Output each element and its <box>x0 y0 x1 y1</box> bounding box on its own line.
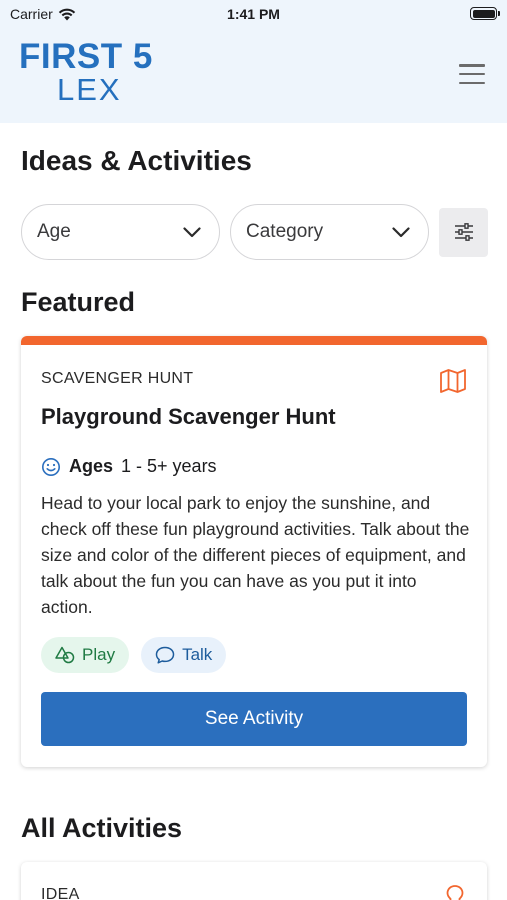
activity-category: IDEA <box>41 886 80 900</box>
chevron-down-icon <box>392 226 410 237</box>
tag-play[interactable]: Play <box>41 637 130 673</box>
chevron-down-icon <box>183 226 201 237</box>
activity-category: SCAVENGER HUNT <box>41 370 194 387</box>
tag-play-label: Play <box>82 645 116 664</box>
activity-card[interactable]: IDEA <box>21 862 487 900</box>
ages-label: Ages <box>69 456 114 476</box>
featured-heading: Featured <box>21 287 136 317</box>
activity-title: Playground Scavenger Hunt <box>41 404 336 429</box>
battery-icon <box>470 7 500 20</box>
filter-bar: Age Category <box>21 204 488 260</box>
see-activity-button[interactable]: See Activity <box>41 692 467 746</box>
page-title: Ideas & Activities <box>21 145 252 176</box>
clock: 1:41 PM <box>227 6 280 22</box>
logo-line2: LEX <box>57 72 122 107</box>
map-icon <box>439 368 467 399</box>
age-select-value: Age <box>37 221 71 242</box>
category-select[interactable]: Category <box>230 204 429 260</box>
filter-options-button[interactable] <box>439 207 488 257</box>
activity-tags: Play Talk <box>41 637 227 673</box>
smiley-icon <box>42 457 60 476</box>
activity-description: Head to your local park to enjoy the sun… <box>41 493 470 617</box>
chat-icon <box>155 646 175 664</box>
status-bar: Carrier 1:41 PM <box>0 0 507 28</box>
tag-talk[interactable]: Talk <box>141 637 227 673</box>
featured-accent-bar <box>21 336 487 345</box>
featured-activity-card[interactable]: SCAVENGER HUNT Playground Scavenger Hunt… <box>21 336 487 767</box>
first5-lex-logo[interactable]: FIRST 5 LEX <box>19 37 153 107</box>
all-activities-heading: All Activities <box>21 813 183 843</box>
shapes-icon <box>55 646 75 664</box>
lightbulb-icon <box>445 884 465 900</box>
logo-line1: FIRST 5 <box>19 37 153 76</box>
ages-value: 1 - 5+ years <box>121 456 217 476</box>
hamburger-menu-icon[interactable] <box>459 64 485 84</box>
sliders-icon <box>454 223 473 241</box>
app-header: Carrier 1:41 PM FIRST 5 LEX <box>0 0 507 123</box>
tag-talk-label: Talk <box>182 645 213 664</box>
activity-ages: Ages 1 - 5+ years <box>41 456 217 477</box>
category-select-value: Category <box>246 221 324 242</box>
age-select[interactable]: Age <box>21 204 220 260</box>
